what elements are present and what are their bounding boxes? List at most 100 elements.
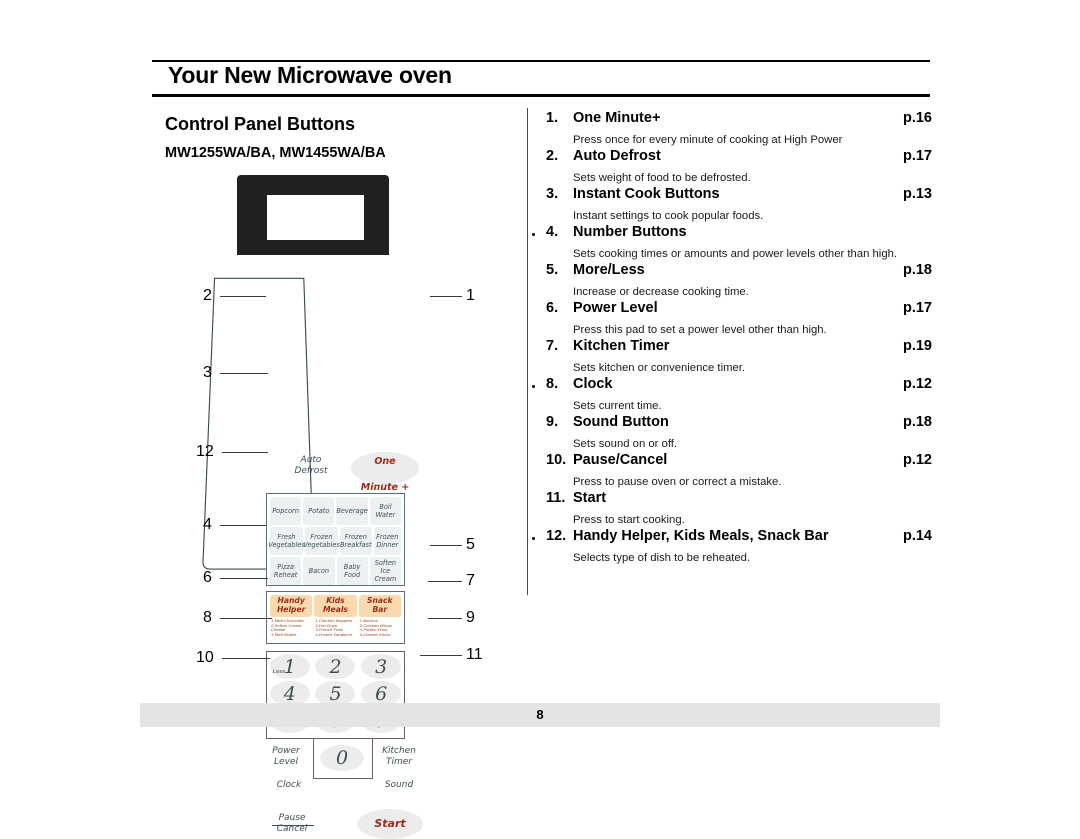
instant-cook-button[interactable]: Fresh Vegetables [268,527,305,555]
less-label: Less [272,669,286,675]
callout-number: 10 [196,649,214,666]
list-item-description: Sets sound on or off. [573,438,678,450]
handy-helper-button[interactable]: Snack Bar [358,595,401,617]
instant-cook-button[interactable]: Boil Water [369,497,402,525]
handy-helper-button[interactable]: Handy Helper [270,595,313,617]
instant-cook-button[interactable]: Frozen Vegetables [303,527,340,555]
pause-cancel-button[interactable]: Pause Cancel [264,813,320,834]
kitchen-timer-label-1: Kitchen [382,746,416,756]
list-item-page-ref: p.18 [902,414,932,430]
instant-cook-grid: Popcorn Potato Beverage Boil Water Fresh Veget… [266,493,405,586]
list-item-heading: 12. Handy Helper, Kids Meals, Snack Bar p.… [532,528,932,550]
instant-cook-button[interactable]: Pizza Reheat [270,557,302,585]
list-item-page-ref: p.13 [902,186,932,202]
handy-helper-sublists: 1.Melt Chocolate 2.Soften Cream Cheese 3.M… [269,618,402,637]
list-item-heading: 3. Instant Cook Buttons p.13 [540,186,932,208]
list-item-label: Start [573,490,607,506]
section-title: Control Panel Buttons [165,114,355,134]
callout-number: 8 [203,609,212,626]
callout-number: 6 [203,569,212,586]
instant-cook-button[interactable]: Frozen Dinner [373,527,401,555]
list-item: 9. Sound Button p.18 Sets sound on or off. [540,414,932,452]
list-item-page-ref: p.19 [902,338,932,354]
list-item: 6. Power Level p.17 Press this pad to set a… [540,300,932,338]
pause-cancel-divider [272,825,314,826]
callout-number: 12 [196,443,214,460]
key-1[interactable]: 1 Less [269,654,310,679]
key-3[interactable]: 3 [361,654,402,679]
instant-cook-row: Pizza Reheat Bacon Baby Food Soften Ice Cream [269,556,402,586]
callout-number: 5 [466,536,475,553]
callout-number: 9 [466,609,475,626]
kitchen-timer-button[interactable]: Kitchen Timer [372,746,426,767]
one-minute-label-1: One [374,456,396,467]
list-item-description: Sets current time. [573,400,662,412]
list-item-heading: 7. Kitchen Timer p.19 [540,338,932,360]
list-item-label: Clock [573,376,613,392]
instant-cook-button[interactable]: Popcorn [270,497,302,525]
callout-leader-line [222,658,270,659]
auto-defrost-label-2: Defrost [294,465,328,476]
instant-cook-button[interactable]: Soften Ice Cream [369,557,401,585]
power-level-label-2: Level [274,756,298,767]
list-item-number: 11. [546,490,566,506]
list-item-page-ref: p.14 [902,528,932,544]
list-item-heading: 11. Start [540,490,932,512]
pause-label: Pause [278,813,306,823]
list-item-description: Press to start cooking. [573,514,685,526]
list-item-number: 1. [546,110,559,126]
one-minute-plus-button[interactable]: One Minute + [351,452,419,493]
key-2[interactable]: 2 [315,654,356,679]
instant-cook-button[interactable]: Baby Food [336,557,368,585]
list-item-number: 12. [546,528,567,544]
start-button[interactable]: Start [357,809,423,839]
list-item-description: Increase or decrease cooking time. [573,286,749,298]
instant-cook-button[interactable]: Potato [303,497,335,525]
list-item-label: More/Less [573,262,645,278]
list-item-heading: 6. Power Level p.17 [540,300,932,322]
list-item-page-ref: p.17 [902,148,932,164]
list-item-label: Power Level [573,300,658,316]
list-item: 1. One Minute+ p.16 Press once for every mi… [540,110,932,148]
handy-helper-button-row: Handy Helper Kids Meals Snack Bar [269,594,402,618]
list-item-page-ref: p.12 [902,376,932,392]
callout-leader-line [428,618,462,619]
list-item-page-ref: p.16 [902,110,932,126]
callout-leader-line [428,581,462,582]
list-item-number: 6. [546,300,559,316]
clock-button[interactable]: Clock [264,780,314,791]
list-item-number: 10. [546,452,567,468]
bullet-dot-icon [532,233,535,236]
instant-cook-button[interactable]: Bacon [303,557,335,585]
instant-cook-row: Fresh Vegetables Frozen Vegetables Frozen Bre… [268,526,402,556]
list-item: 10. Pause/Cancel p.12 Press to pause oven o… [540,452,932,490]
list-item-number: 3. [546,186,559,202]
control-panel-diagram: Auto Defrost One Minute + Popcorn Potato B… [180,170,510,839]
auto-defrost-button[interactable]: Auto Defrost [281,455,341,476]
list-item: 2. Auto Defrost p.17 Sets weight of food to… [540,148,932,186]
model-title: MW1255WA/BA, MW1455WA/BA [165,145,386,161]
list-item-description: Press to pause oven or correct a mistake… [573,476,782,488]
callout-leader-line [220,525,266,526]
list-item-label: Pause/Cancel [573,452,668,468]
list-item-label: Sound Button [573,414,669,430]
sound-button[interactable]: Sound [376,780,422,791]
callout-number: 1 [466,287,475,304]
list-item-description: Sets kitchen or convenience timer. [573,362,746,374]
callout-leader-line [222,452,268,453]
key-0[interactable]: 0 [320,745,364,771]
list-item: 5. More/Less p.18 Increase or decrease cook… [540,262,932,300]
bullet-dot-icon [532,385,535,388]
auto-defrost-label-1: Auto [300,455,322,465]
instant-cook-button[interactable]: Beverage [336,497,368,525]
list-item-page-ref: p.12 [902,452,932,468]
list-item-description: Press this pad to set a power level othe… [573,324,827,336]
list-item-number: 9. [546,414,559,430]
list-item-description: Selects type of dish to be reheated. [573,552,751,564]
handy-helper-button[interactable]: Kids Meals [314,595,357,617]
list-item-heading: 5. More/Less p.18 [540,262,932,284]
power-level-button[interactable]: Power Level [260,746,312,767]
button-reference-list: 1. One Minute+ p.16 Press once for every mi… [532,110,932,566]
list-item-label: Kitchen Timer [573,338,670,354]
instant-cook-button[interactable]: Frozen Breakfast [340,527,372,555]
